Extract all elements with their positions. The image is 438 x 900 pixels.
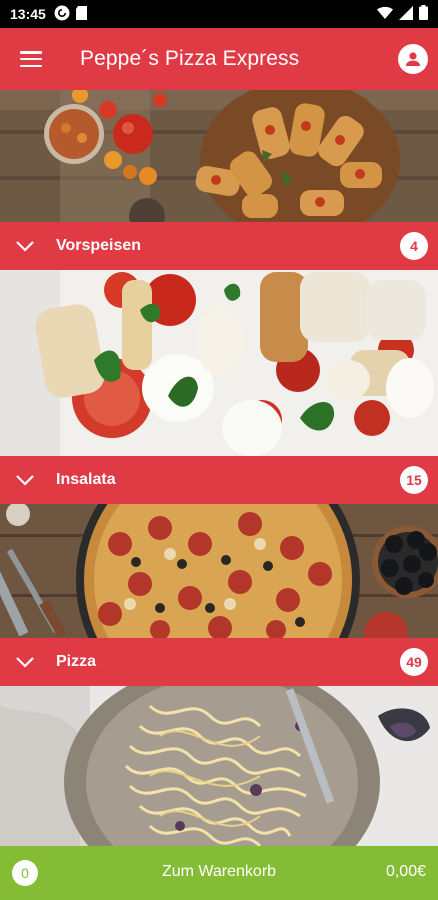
app-bar: Peppe´s Pizza Express [0,28,438,90]
signal-icon [399,5,413,23]
chevron-down-icon [0,240,50,252]
hamburger-menu-icon[interactable] [0,28,62,90]
salami-pizza-photo[interactable] [0,504,438,638]
category-count-badge: 4 [400,232,428,260]
category-vorspeisen[interactable]: Vorspeisen 4 [0,222,438,270]
category-count-badge: 15 [400,466,428,494]
cart-label: Zum Warenkorb [161,863,277,880]
sd-card-icon [75,5,88,24]
caprese-salad-photo[interactable] [0,270,438,456]
category-label: Pizza [56,653,97,670]
cart-button[interactable]: 0 Zum Warenkorb 0,00€ [0,846,438,900]
spaghetti-photo[interactable] [0,686,438,846]
category-count-badge: 49 [400,648,428,676]
bruschetta-photo[interactable] [0,90,438,222]
category-label: Vorspeisen [56,237,142,254]
chevron-down-icon [0,656,50,668]
category-pizza[interactable]: Pizza 49 [0,638,438,686]
status-time: 13:45 [10,6,46,22]
cart-total: 0,00€ [385,863,426,880]
account-icon[interactable] [398,44,428,74]
wifi-icon [377,6,393,23]
status-bar: 13:45 [0,0,438,28]
app-screen: 13:45 Peppe´s Pizza Express Vorspeisen 4… [0,0,438,900]
app-title: Peppe´s Pizza Express [80,47,300,70]
category-insalata[interactable]: Insalata 15 [0,456,438,504]
battery-icon [419,5,428,23]
chevron-down-icon [0,474,50,486]
pocket-casts-icon [54,5,70,24]
category-label: Insalata [56,471,116,488]
